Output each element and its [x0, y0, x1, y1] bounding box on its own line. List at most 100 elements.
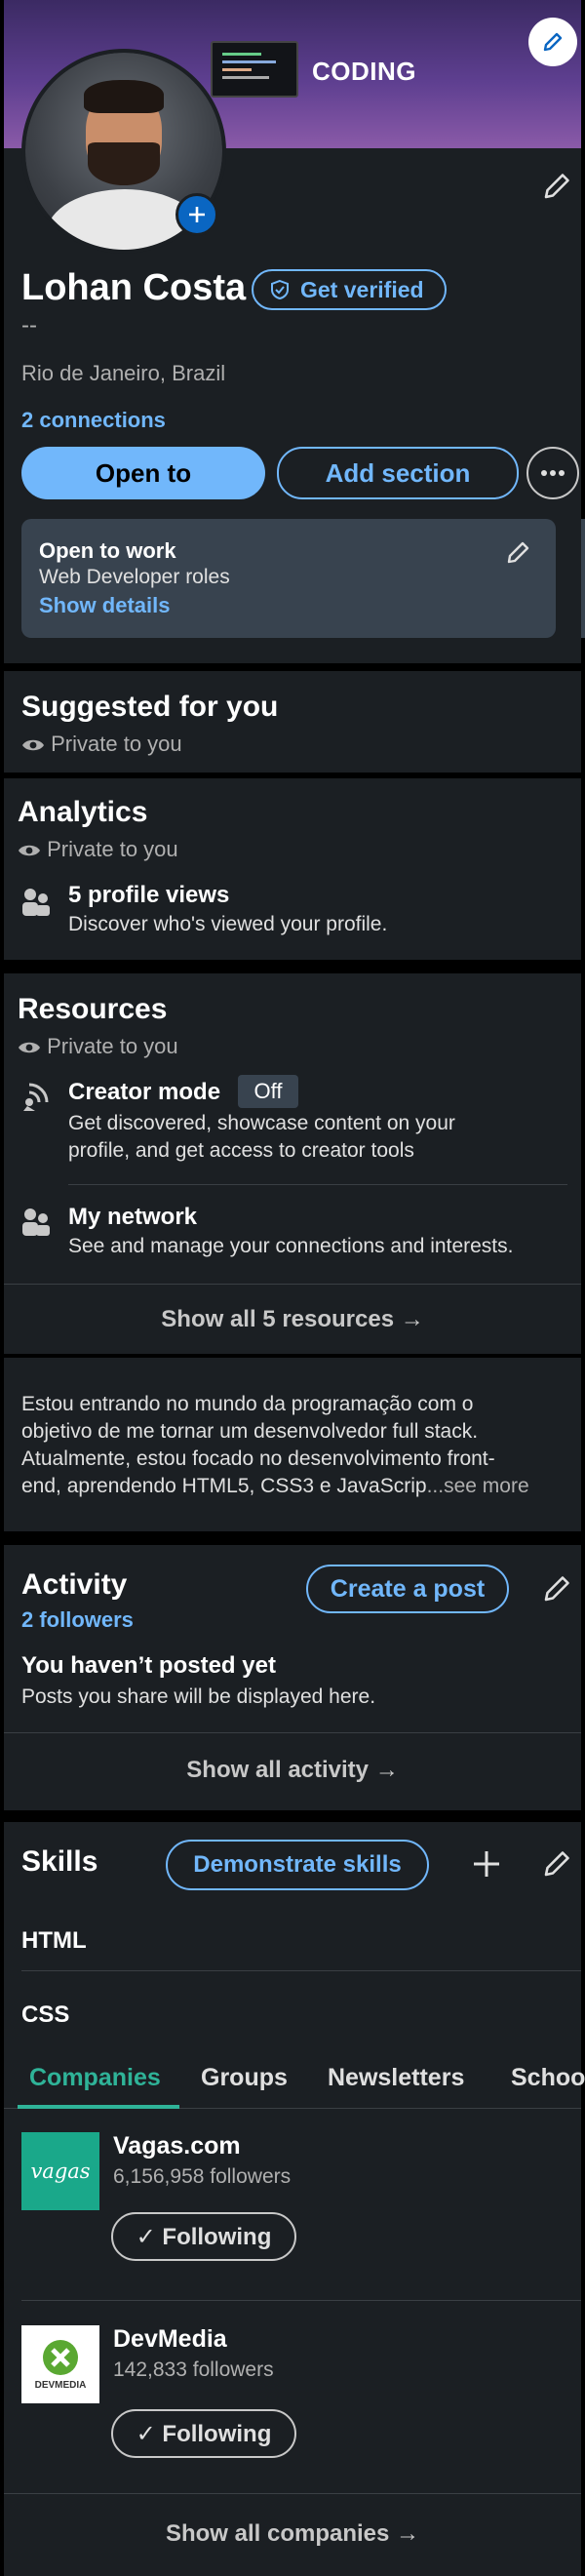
tab-companies-underline: [18, 2105, 179, 2109]
interests-tab-bar: Companies Groups Newsletters Schoo: [4, 2048, 585, 2109]
company-followers: 142,833 followers: [113, 2358, 274, 2381]
show-details-link[interactable]: Show details: [39, 593, 170, 618]
demonstrate-skills-label: Demonstrate skills: [193, 1851, 402, 1878]
show-all-companies-button[interactable]: Show all companies →: [4, 2495, 581, 2573]
open-to-work-card[interactable]: Open to work Web Developer roles Show de…: [21, 519, 556, 638]
creator-mode-badge-label: Off: [254, 1079, 283, 1103]
skills-section: Skills Demonstrate skills HTML CSS: [4, 1822, 581, 2048]
edit-activity-pencil-icon[interactable]: [538, 1570, 575, 1607]
profile-card: CODING Lohan Costa Get verified -- Rio d…: [4, 0, 585, 663]
skill-item[interactable]: HTML: [21, 1927, 87, 1955]
devmedia-mark-icon: [43, 2340, 78, 2375]
next-card-edge: [581, 519, 585, 638]
resources-footer-divider: [4, 1284, 581, 1285]
profile-views-desc: Discover who's viewed your profile.: [68, 913, 388, 935]
connections-link[interactable]: 2 connections: [21, 408, 166, 433]
avatar-beard: [88, 142, 160, 185]
plus-icon: [189, 207, 205, 222]
company-name: Vagas.com: [113, 2132, 241, 2160]
show-all-companies-label: Show all companies →: [165, 2520, 420, 2547]
create-post-button[interactable]: Create a post: [306, 1565, 509, 1613]
eye-icon: [22, 739, 44, 751]
pencil-icon: [543, 32, 563, 52]
activity-divider: [4, 1732, 581, 1733]
company-item[interactable]: DEVMEDIA DevMedia 142,833 followers ✓ Fo…: [4, 2318, 581, 2483]
following-button[interactable]: ✓ Following: [111, 2409, 296, 2458]
resources-section: Resources Private to you Creator mode Of…: [4, 973, 581, 1354]
vagas-logo: vagas: [21, 2132, 99, 2210]
profile-headline: --: [21, 312, 37, 338]
creator-mode-title: Creator mode: [68, 1079, 221, 1105]
tab-groups[interactable]: Groups: [201, 2064, 288, 2092]
eye-icon: [19, 1042, 40, 1053]
tab-companies[interactable]: Companies: [29, 2064, 161, 2092]
resources-title: Resources: [18, 993, 168, 1025]
about-section: Estou entrando no mundo da programação c…: [4, 1358, 581, 1531]
banner-laptop-image: [211, 41, 298, 98]
edit-open-to-work-pencil-icon[interactable]: [503, 536, 534, 568]
open-to-label: Open to: [95, 457, 192, 488]
about-line-2: objetivo de me tornar um desenvolvedor f…: [21, 1420, 479, 1443]
following-label: ✓ Following: [136, 2420, 272, 2447]
resources-privacy-label: Private to you: [47, 1034, 178, 1058]
company-divider: [21, 2300, 581, 2301]
shield-check-icon: [271, 279, 289, 300]
about-line-3: Atualmente, estou focado no desenvolvime…: [21, 1447, 495, 1470]
get-verified-label: Get verified: [300, 276, 424, 302]
profile-name: Lohan Costa: [21, 267, 247, 308]
company-followers: 6,156,958 followers: [113, 2165, 292, 2188]
more-options-button[interactable]: [526, 447, 579, 499]
devmedia-logo: DEVMEDIA: [21, 2325, 99, 2403]
open-to-work-title: Open to work: [39, 538, 176, 563]
add-skill-plus-icon[interactable]: [468, 1845, 505, 1882]
analytics-title: Analytics: [18, 796, 148, 828]
company-item[interactable]: vagas Vagas.com 6,156,958 followers ✓ Fo…: [4, 2124, 581, 2290]
people-icon: [22, 889, 50, 916]
open-to-button[interactable]: Open to: [21, 447, 265, 499]
suggested-privacy-label: Private to you: [51, 732, 182, 756]
suggested-privacy: Private to you: [21, 732, 182, 757]
about-line-4: end, aprendendo HTML5, CSS3 e JavaScrip.…: [21, 1475, 529, 1498]
creator-mode-item[interactable]: Creator mode Off Get discovered, showcas…: [4, 1071, 581, 1178]
suggested-title: Suggested for you: [21, 691, 279, 723]
demonstrate-skills-button[interactable]: Demonstrate skills: [166, 1840, 429, 1890]
creator-mode-badge: Off: [238, 1075, 298, 1108]
add-section-button[interactable]: Add section: [277, 447, 519, 499]
creator-mode-desc-1: Get discovered, showcase content on your: [68, 1112, 455, 1134]
about-line-1: Estou entrando no mundo da programação c…: [21, 1393, 474, 1415]
following-button[interactable]: ✓ Following: [111, 2212, 296, 2261]
edit-intro-pencil-icon[interactable]: [538, 168, 575, 205]
show-all-activity-label: Show all activity →: [186, 1757, 399, 1783]
analytics-privacy: Private to you: [18, 837, 178, 862]
banner-edit-button[interactable]: [528, 18, 577, 66]
broadcast-icon: [23, 1083, 49, 1111]
ellipsis-icon: [541, 470, 565, 476]
see-more-link[interactable]: ...see more: [427, 1475, 529, 1497]
activity-followers[interactable]: 2 followers: [21, 1607, 134, 1633]
my-network-desc: See and manage your connections and inte…: [68, 1235, 514, 1257]
avatar-hair: [84, 80, 164, 113]
my-network-title: My network: [68, 1204, 198, 1230]
create-post-label: Create a post: [330, 1574, 486, 1603]
following-label: ✓ Following: [136, 2223, 272, 2250]
profile-views-item[interactable]: 5 profile views Discover who's viewed yo…: [4, 876, 581, 954]
analytics-section: Analytics Private to you 5 profile views…: [4, 778, 581, 960]
devmedia-logo-text: DEVMEDIA: [34, 2380, 87, 2391]
open-to-work-roles: Web Developer roles: [39, 566, 230, 588]
creator-mode-desc-2: profile, and get access to creator tools: [68, 1139, 414, 1162]
activity-empty-title: You haven’t posted yet: [21, 1652, 276, 1679]
get-verified-button[interactable]: Get verified: [252, 269, 447, 310]
skill-item[interactable]: CSS: [21, 2001, 69, 2029]
tab-newsletters[interactable]: Newsletters: [328, 2064, 464, 2092]
vagas-logo-text: vagas: [30, 2160, 91, 2183]
show-all-resources-button[interactable]: Show all 5 resources →: [4, 1286, 581, 1354]
my-network-item[interactable]: My network See and manage your connectio…: [4, 1198, 581, 1276]
edit-skills-pencil-icon[interactable]: [538, 1845, 575, 1882]
suggested-section: Suggested for you Private to you: [4, 671, 581, 773]
tab-schools[interactable]: Schoo: [511, 2064, 585, 2092]
add-photo-button[interactable]: [176, 193, 218, 236]
people-icon: [22, 1209, 50, 1236]
show-all-activity-button[interactable]: Show all activity →: [4, 1734, 581, 1806]
eye-icon: [19, 845, 40, 856]
skills-title: Skills: [21, 1845, 98, 1878]
